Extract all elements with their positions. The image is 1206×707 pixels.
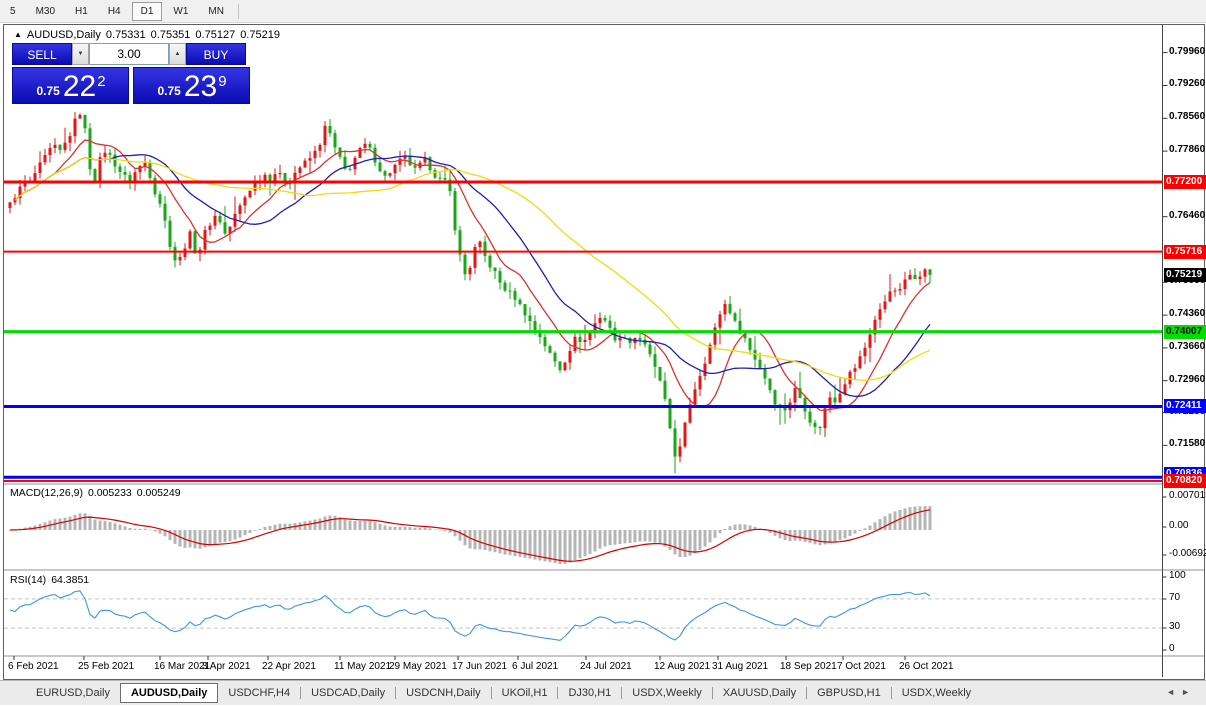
price-axis-label: 0.77860 xyxy=(1169,144,1206,156)
ohlc-low: 0.75127 xyxy=(195,29,236,41)
chart-window: ▲ AUDUSD,Daily 0.75331 0.75351 0.75127 0.7521… xyxy=(3,24,1206,680)
timeframe-button-mn[interactable]: MN xyxy=(199,2,233,21)
price-level-badge: 0.70820 xyxy=(1164,474,1206,489)
date-axis-label: 6 Feb 2021 xyxy=(8,661,59,672)
rsi-axis-label: 30 xyxy=(1169,621,1181,632)
price-axis-label: 0.74360 xyxy=(1169,308,1206,320)
timeframe-button-m30[interactable]: M30 xyxy=(27,2,64,21)
macd-label: MACD(12,26,9) 0.005233 0.005249 xyxy=(10,487,186,499)
chart-tab-usdcnh-4[interactable]: USDCNH,Daily xyxy=(396,683,491,703)
sell-button[interactable]: SELL xyxy=(12,43,72,65)
rsi-name: RSI(14) xyxy=(10,574,47,586)
price-axis-label: 0.76460 xyxy=(1169,209,1206,221)
macd-axis-label: 0.00 xyxy=(1169,520,1189,531)
ohlc-open: 0.75331 xyxy=(105,29,146,41)
date-axis-label: 26 Oct 2021 xyxy=(899,661,954,672)
rsi-label: RSI(14) 64.3851 xyxy=(10,574,94,586)
chevron-up-icon: ▲ xyxy=(174,51,181,57)
date-axis-label: 29 May 2021 xyxy=(389,661,447,672)
chart-tab-dj30-6[interactable]: DJ30,H1 xyxy=(558,683,621,703)
volume-decrease-button[interactable]: ▼ xyxy=(72,43,89,65)
tabs-scroll-arrows: ◄► xyxy=(1166,687,1196,697)
chart-tab-ukoil-5[interactable]: UKOil,H1 xyxy=(492,683,558,703)
price-axis-label: 0.71580 xyxy=(1169,438,1206,450)
timeframe-button-5[interactable]: 5 xyxy=(1,2,25,21)
sell-price-big: 22 xyxy=(62,70,97,103)
chart-symbol-label: AUDUSD,Daily xyxy=(26,29,101,41)
toolbar-separator xyxy=(237,3,239,19)
chart-tab-usdx-10[interactable]: USDX,Weekly xyxy=(892,683,981,703)
chart-title: ▲ AUDUSD,Daily 0.75331 0.75351 0.75127 0.7521… xyxy=(14,29,280,41)
one-click-trading-panel: SELL ▼ ▲ BUY 0.75 22 2 0.75 23 9 xyxy=(12,43,250,104)
price-level-badge: 0.72411 xyxy=(1164,399,1206,414)
buy-price-sup: 9 xyxy=(218,73,227,90)
date-axis-label: 11 May 2021 xyxy=(334,661,392,672)
chart-tab-bar: EURUSD,Daily AUDUSD,Daily USDCHF,H4 USDCAD,… xyxy=(0,680,1206,705)
chart-tab-gbpusd-9[interactable]: GBPUSD,H1 xyxy=(807,683,891,703)
buy-price-prefix: 0.75 xyxy=(157,84,181,98)
price-level-badge: 0.74007 xyxy=(1164,324,1206,339)
price-axis-label: 0.79960 xyxy=(1169,45,1206,57)
timeframe-toolbar: 5 M30 H1 H4 D1 W1 MN xyxy=(0,0,1206,23)
volume-increase-button[interactable]: ▲ xyxy=(169,43,186,65)
current-price-badge: 0.75219 xyxy=(1164,267,1206,282)
date-axis-label: 22 Apr 2021 xyxy=(262,661,316,672)
rsi-value: 64.3851 xyxy=(51,574,90,586)
macd-value-2: 0.005249 xyxy=(136,487,181,499)
macd-axis-label: -0.00692 xyxy=(1169,548,1206,559)
chart-tab-eurusd-0[interactable]: EURUSD,Daily xyxy=(26,683,120,703)
price-chart-canvas[interactable] xyxy=(4,25,1204,679)
chevron-down-icon: ▼ xyxy=(77,51,84,57)
chart-tab-usdx-7[interactable]: USDX,Weekly xyxy=(622,683,711,703)
timeframe-button-h1[interactable]: H1 xyxy=(66,2,97,21)
macd-axis-label: 0.007015 xyxy=(1169,490,1206,501)
date-axis-label: 3 Apr 2021 xyxy=(202,661,251,672)
chart-tab-usdcad-3[interactable]: USDCAD,Daily xyxy=(301,683,395,703)
date-axis-label: 12 Aug 2021 xyxy=(654,661,711,672)
tabs-scroll-left-icon[interactable]: ◄ xyxy=(1166,687,1181,697)
ohlc-high: 0.75351 xyxy=(150,29,191,41)
ohlc-close: 0.75219 xyxy=(240,29,280,41)
date-axis-label: 18 Sep 2021 xyxy=(780,661,837,672)
price-axis-label: 0.73660 xyxy=(1169,340,1206,352)
chart-tab-usdchf-2[interactable]: USDCHF,H4 xyxy=(218,683,300,703)
volume-input[interactable] xyxy=(89,43,169,65)
macd-name: MACD(12,26,9) xyxy=(10,487,83,499)
price-level-badge: 0.77200 xyxy=(1164,175,1206,189)
timeframe-button-h4[interactable]: H4 xyxy=(99,2,130,21)
buy-button[interactable]: BUY xyxy=(186,43,246,65)
sell-price-button[interactable]: 0.75 22 2 xyxy=(12,67,129,104)
rsi-axis-label: 70 xyxy=(1169,592,1181,603)
collapse-panel-icon[interactable]: ▲ xyxy=(14,30,22,39)
date-axis-label: 31 Aug 2021 xyxy=(712,661,769,672)
tabs-scroll-right-icon[interactable]: ► xyxy=(1181,687,1196,697)
sell-price-prefix: 0.75 xyxy=(36,84,60,98)
timeframe-button-d1[interactable]: D1 xyxy=(131,1,163,21)
chart-tab-audusd-1[interactable]: AUDUSD,Daily xyxy=(119,683,219,703)
date-axis-label: 24 Jul 2021 xyxy=(580,661,632,672)
date-axis-label: 7 Oct 2021 xyxy=(837,661,886,672)
chart-tab-xauusd-8[interactable]: XAUUSD,Daily xyxy=(713,683,806,703)
price-axis-label: 0.72960 xyxy=(1169,373,1206,385)
date-axis-label: 17 Jun 2021 xyxy=(452,661,508,672)
date-axis-label: 25 Feb 2021 xyxy=(78,661,135,672)
price-axis-label: 0.78560 xyxy=(1169,111,1206,123)
sell-price-sup: 2 xyxy=(97,73,106,90)
rsi-axis-label: 0 xyxy=(1169,643,1175,654)
macd-value-1: 0.005233 xyxy=(87,487,132,499)
buy-price-button[interactable]: 0.75 23 9 xyxy=(133,67,250,104)
price-level-badge: 0.75716 xyxy=(1164,244,1206,259)
rsi-axis-label: 100 xyxy=(1169,570,1186,581)
timeframe-button-w1[interactable]: W1 xyxy=(164,2,197,21)
price-axis-label: 0.79260 xyxy=(1169,78,1206,90)
date-axis-label: 6 Jul 2021 xyxy=(512,661,559,672)
buy-price-big: 23 xyxy=(183,70,218,103)
